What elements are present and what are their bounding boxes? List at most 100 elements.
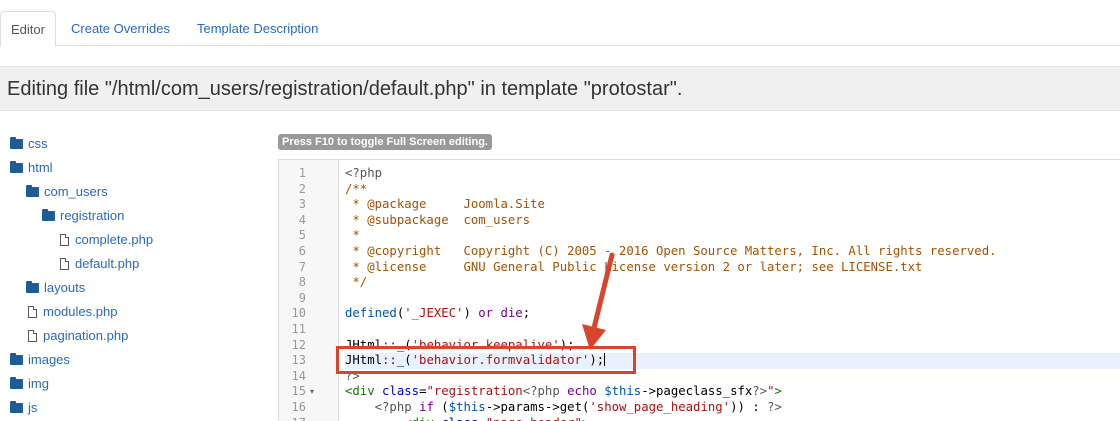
code-line[interactable]: * @subpackage com_users xyxy=(345,213,1120,229)
code-line[interactable]: <div class="registration<?php echo $this… xyxy=(345,384,1120,400)
code-token: if xyxy=(419,400,434,414)
code-token: )) : xyxy=(730,400,768,414)
code-line[interactable]: * @package Joomla.Site xyxy=(345,197,1120,213)
tree-item-registration[interactable]: registration xyxy=(42,206,124,226)
code-token: :: xyxy=(382,337,397,352)
code-token: defined xyxy=(345,306,397,321)
code-line[interactable]: ?> xyxy=(345,369,1120,385)
line-number: 10 xyxy=(291,306,306,321)
tree-item-com-users[interactable]: com_users xyxy=(26,182,108,202)
line-number: 6 xyxy=(298,244,306,258)
code-token: > xyxy=(582,416,589,421)
tree-item-label: complete.php xyxy=(75,232,154,247)
text-cursor xyxy=(604,353,606,367)
code-token: ; xyxy=(522,306,531,321)
tree-item-complete-php[interactable]: complete.php xyxy=(58,230,153,250)
line-number: 8 xyxy=(298,275,306,290)
line-number: 1 xyxy=(298,166,306,180)
code-line[interactable]: <?php xyxy=(345,166,1120,182)
tree-item-pagination-php[interactable]: pagination.php xyxy=(26,326,128,346)
code-line[interactable]: * @copyright Copyright (C) 2005 - 2016 O… xyxy=(345,244,1120,260)
code-token: pageclass_sfx xyxy=(656,384,753,399)
code-token: echo xyxy=(567,384,597,399)
code-line[interactable]: * xyxy=(345,228,1120,244)
tree-item-label: css xyxy=(28,136,48,151)
code-token: 'behavior.keepalive' xyxy=(411,337,560,352)
code-token: -> xyxy=(485,400,501,414)
line-number-gutter: 123456789101112131415▾1617 xyxy=(279,160,339,421)
code-token: /** xyxy=(345,181,368,196)
code-line[interactable]: */ xyxy=(345,275,1120,291)
code-line[interactable] xyxy=(345,291,1120,307)
code-line[interactable]: * @license GNU General Public License ve… xyxy=(345,260,1120,276)
code-token: JHtml xyxy=(345,337,383,352)
code-line[interactable]: JHtml::_('behavior.formvalidator'); xyxy=(345,353,1120,369)
folder-icon xyxy=(26,185,39,197)
tree-item-images[interactable]: images xyxy=(10,350,70,370)
tab-create-overrides[interactable]: Create Overrides xyxy=(61,11,180,46)
tab-editor[interactable]: Editor xyxy=(0,11,56,47)
code-token: "registration xyxy=(426,384,523,399)
code-token: ); xyxy=(559,337,575,352)
code-token: get xyxy=(559,400,582,414)
tree-item-js[interactable]: js xyxy=(10,398,37,418)
tab-template-description[interactable]: Template Description xyxy=(187,11,328,46)
tree-item-label: html xyxy=(28,160,53,175)
fold-chevron-icon[interactable]: ▾ xyxy=(310,384,314,400)
tree-item-html[interactable]: html xyxy=(10,158,53,178)
code-editor[interactable]: 123456789101112131415▾1617 <?php/** * @p… xyxy=(278,159,1120,421)
folder-icon xyxy=(10,137,23,149)
line-number: 9 xyxy=(298,290,306,305)
line-number: 16 xyxy=(291,400,306,414)
code-line[interactable]: <?php if ($this->params->get('show_page_… xyxy=(345,400,1120,416)
code-token: 'behavior.formvalidator' xyxy=(411,353,590,368)
file-icon xyxy=(60,234,69,246)
line-number: 15 xyxy=(291,384,306,399)
folder-icon xyxy=(42,209,55,221)
code-token: $this xyxy=(448,400,486,414)
code-line[interactable]: <div class="page-header"> xyxy=(345,416,1120,421)
page-header: Editing file "/html/com_users/registrati… xyxy=(0,66,1120,111)
line-number: 13 xyxy=(291,353,306,368)
folder-icon xyxy=(10,161,23,173)
file-icon xyxy=(28,330,37,342)
file-icon xyxy=(28,306,37,318)
code-token: ?> xyxy=(767,400,782,414)
code-token: "page-header" xyxy=(486,416,582,421)
code-line[interactable]: defined('_JEXEC') or die; xyxy=(345,306,1120,322)
tree-item-img[interactable]: img xyxy=(10,374,49,394)
page-title: Editing file "/html/com_users/registrati… xyxy=(7,78,683,100)
tree-item-label: js xyxy=(28,400,38,415)
folder-icon xyxy=(10,401,23,413)
line-number: 7 xyxy=(298,259,306,274)
line-number: 3 xyxy=(298,197,306,212)
code-token: * @license GNU General Public License ve… xyxy=(345,259,923,274)
tree-item-label: default.php xyxy=(75,256,140,271)
code-token: -> xyxy=(544,400,560,414)
code-token: */ xyxy=(345,275,368,290)
line-number: 14 xyxy=(291,368,306,383)
code-token: -> xyxy=(641,384,657,399)
code-token: <div xyxy=(404,416,434,421)
code-line[interactable]: /** xyxy=(345,182,1120,198)
tree-item-css[interactable]: css xyxy=(10,134,48,154)
code-token: :: xyxy=(382,353,397,368)
code-token: $this xyxy=(604,384,642,399)
code-line[interactable] xyxy=(345,322,1120,338)
code-token: _( xyxy=(396,353,412,368)
line-number: 12 xyxy=(291,337,306,352)
tree-item-label: images xyxy=(28,352,70,367)
code-token: <?php xyxy=(345,166,383,180)
code-line[interactable]: JHtml::_('behavior.keepalive'); xyxy=(345,338,1120,354)
tree-item-default-php[interactable]: default.php xyxy=(58,254,139,274)
tree-item-layouts[interactable]: layouts xyxy=(26,278,85,298)
tree-item-modules-php[interactable]: modules.php xyxy=(26,302,117,322)
tree-item-label: registration xyxy=(60,208,125,223)
code-token: or xyxy=(478,306,494,321)
folder-icon xyxy=(10,353,23,365)
tab-bar: Editor Create Overrides Template Descrip… xyxy=(0,0,1120,47)
